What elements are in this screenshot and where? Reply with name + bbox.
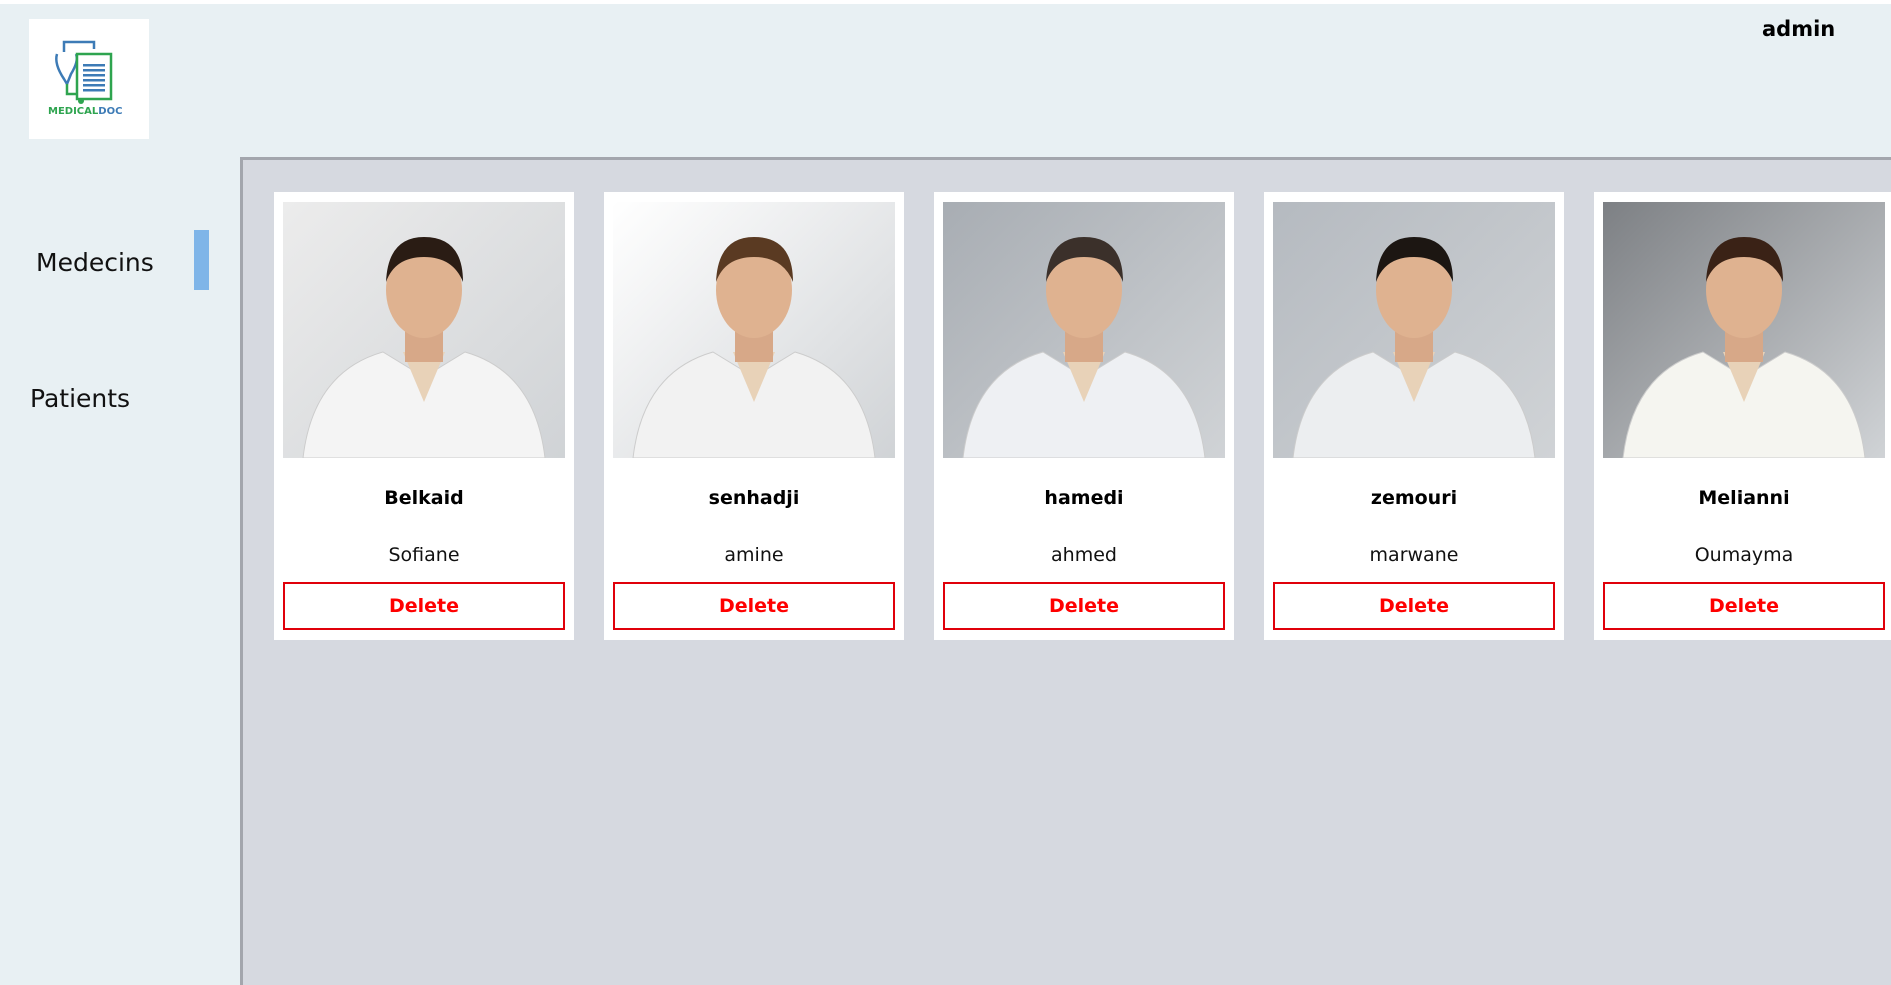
doctor-last-name: Belkaid	[384, 487, 464, 509]
svg-text:MEDICALDOC: MEDICALDOC	[48, 106, 122, 117]
doctor-first-name: Sofiane	[388, 544, 460, 566]
doctor-last-name: Melianni	[1698, 487, 1790, 509]
doctor-photo	[943, 202, 1225, 458]
doctor-card: zemouri marwane Delete	[1264, 192, 1564, 640]
active-indicator	[194, 230, 209, 290]
doctor-photo	[613, 202, 895, 458]
doctor-first-name: Oumayma	[1694, 544, 1794, 566]
doctor-card: hamedi ahmed Delete	[934, 192, 1234, 640]
logo-icon: MEDICALDOC	[48, 40, 122, 117]
medicaldoc-logo: MEDICALDOC	[29, 19, 149, 139]
delete-button[interactable]: Delete	[1273, 582, 1555, 630]
doctor-photo	[1273, 202, 1555, 458]
doctor-photo	[1603, 202, 1885, 458]
doctor-last-name: zemouri	[1370, 487, 1458, 509]
doctors-panel: Belkaid Sofiane Delete senhadji amine De…	[240, 157, 1891, 985]
delete-button[interactable]: Delete	[1603, 582, 1885, 630]
delete-button[interactable]: Delete	[943, 582, 1225, 630]
doctor-last-name: senhadji	[708, 487, 800, 509]
doctor-first-name: ahmed	[1051, 544, 1117, 566]
doctor-first-name: marwane	[1369, 544, 1459, 566]
doctor-card: Melianni Oumayma Delete	[1594, 192, 1891, 640]
doctor-card: senhadji amine Delete	[604, 192, 904, 640]
doctor-photo	[283, 202, 565, 458]
current-user-label[interactable]: admin	[1762, 17, 1835, 41]
sidebar-item-medecins[interactable]: Medecins	[36, 248, 154, 277]
app-window: MEDICALDOC admin Medecins Patients Belka…	[0, 4, 1891, 985]
doctor-first-name: amine	[724, 544, 784, 566]
delete-button[interactable]: Delete	[613, 582, 895, 630]
delete-button[interactable]: Delete	[283, 582, 565, 630]
doctor-card: Belkaid Sofiane Delete	[274, 192, 574, 640]
doctor-last-name: hamedi	[1044, 487, 1124, 509]
sidebar-item-patients[interactable]: Patients	[30, 384, 130, 413]
